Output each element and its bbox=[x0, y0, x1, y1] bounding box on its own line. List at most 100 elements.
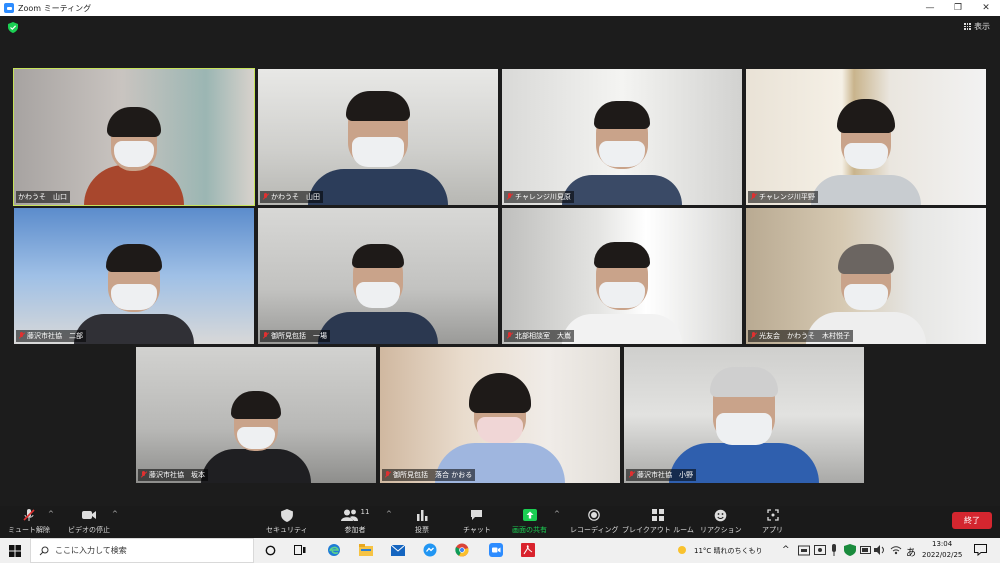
audio-options-chevron-icon[interactable]: ^ bbox=[48, 510, 54, 518]
chat-bubble-icon bbox=[469, 508, 485, 522]
participant-video bbox=[308, 85, 448, 205]
microphone-tray-icon[interactable] bbox=[826, 542, 842, 558]
participant-name-tag: かわうそ 山田 bbox=[260, 191, 323, 203]
task-view-icon[interactable] bbox=[292, 542, 308, 558]
mail-icon[interactable] bbox=[390, 542, 406, 558]
security-tray-icon[interactable] bbox=[842, 542, 858, 558]
participant-name-tag: チャレンジ川平野 bbox=[748, 191, 818, 203]
breakout-rooms-label: ブレイクアウト ルーム bbox=[622, 526, 694, 534]
participant-name-tag: 藤沢市社協 二部 bbox=[16, 330, 86, 342]
meeting-toolbar: ミュート解除 ^ ビデオの停止 ^ セキュリティ 11 参加者 ^ 投票 チャッ… bbox=[0, 506, 1000, 538]
notification-center-icon[interactable] bbox=[972, 542, 988, 558]
muted-mic-icon bbox=[21, 508, 37, 522]
video-tile[interactable]: チャレンジ川平野 bbox=[746, 69, 986, 205]
video-tile[interactable]: 北部相談室 大嶌 bbox=[502, 208, 742, 344]
video-tile[interactable]: かわうそ 山口 bbox=[13, 68, 255, 206]
clock-time[interactable]: 13:04 bbox=[932, 540, 952, 548]
participants-options-chevron-icon[interactable]: ^ bbox=[386, 510, 392, 518]
record-button[interactable]: レコーディング bbox=[570, 508, 619, 535]
video-tile[interactable]: 藤沢市社協 二部 bbox=[14, 208, 254, 344]
end-meeting-button[interactable]: 終了 bbox=[952, 512, 992, 529]
video-tile[interactable]: 光友会 かわうそ 木村悦子 bbox=[746, 208, 986, 344]
chat-button[interactable]: チャット bbox=[463, 508, 491, 535]
weather-sun-icon bbox=[674, 542, 690, 558]
zoom-app-icon[interactable] bbox=[488, 542, 504, 558]
chrome-browser-icon[interactable] bbox=[454, 542, 470, 558]
participants-count: 11 bbox=[360, 508, 370, 516]
zoom-logo-icon bbox=[4, 3, 14, 13]
poll-label: 投票 bbox=[415, 526, 429, 534]
clock-date[interactable]: 2022/02/25 bbox=[922, 551, 962, 559]
meeting-area: 表示 かわうそ 山口 かわうそ 山田 チャレンジ川見原 チャレンジ川平野 藤沢市… bbox=[0, 16, 1000, 506]
participant-video bbox=[79, 85, 189, 205]
shield-icon bbox=[279, 508, 295, 522]
participant-video bbox=[811, 85, 921, 205]
unmute-button[interactable]: ミュート解除 bbox=[8, 508, 50, 535]
minimize-icon[interactable]: — bbox=[916, 0, 944, 16]
pdf-reader-icon[interactable] bbox=[520, 542, 536, 558]
windows-logo-icon bbox=[9, 544, 21, 557]
ime-indicator[interactable]: あ bbox=[906, 544, 916, 559]
search-icon bbox=[39, 546, 49, 555]
apps-button[interactable]: アプリ bbox=[762, 508, 783, 535]
wifi-icon[interactable] bbox=[888, 542, 904, 558]
close-icon[interactable]: ✕ bbox=[972, 0, 1000, 16]
weather-text[interactable]: 11°C 晴れのちくもり bbox=[694, 546, 763, 556]
video-camera-icon bbox=[81, 508, 97, 522]
video-tile[interactable]: 藤沢市社協 小野 bbox=[624, 347, 864, 483]
security-button[interactable]: セキュリティ bbox=[266, 508, 308, 535]
muted-mic-icon bbox=[18, 332, 25, 340]
apps-icon bbox=[765, 508, 781, 522]
record-icon bbox=[586, 508, 602, 522]
participant-name-tag: かわうそ 山口 bbox=[16, 191, 70, 203]
share-screen-label: 画面の共有 bbox=[512, 526, 547, 534]
chat-label: チャット bbox=[463, 526, 491, 534]
participants-button[interactable]: 11 参加者 bbox=[340, 508, 370, 535]
tray-chevron-icon[interactable]: ^ bbox=[782, 545, 790, 555]
muted-mic-icon bbox=[506, 332, 513, 340]
messenger-icon[interactable] bbox=[422, 542, 438, 558]
title-bar: Zoom ミーティング — ❐ ✕ bbox=[0, 0, 1000, 16]
muted-mic-icon bbox=[506, 193, 513, 201]
participant-video bbox=[435, 363, 565, 483]
cortana-icon[interactable] bbox=[262, 542, 278, 558]
participant-video bbox=[201, 363, 311, 483]
video-options-chevron-icon[interactable]: ^ bbox=[112, 510, 118, 518]
stop-video-button[interactable]: ビデオの停止 bbox=[68, 508, 110, 535]
share-screen-button[interactable]: 画面の共有 bbox=[512, 508, 547, 535]
share-screen-icon bbox=[522, 508, 538, 522]
unmute-label: ミュート解除 bbox=[8, 526, 50, 534]
share-options-chevron-icon[interactable]: ^ bbox=[554, 510, 560, 518]
participant-name-tag: 御所見包括 落合 かおる bbox=[382, 469, 476, 481]
windows-taskbar: ここに入力して検索 11°C 晴れのちくもり ^ あ 13:04 2022/02… bbox=[0, 538, 1000, 563]
search-placeholder: ここに入力して検索 bbox=[55, 546, 127, 555]
maximize-icon[interactable]: ❐ bbox=[944, 0, 972, 16]
participant-name-tag: 藤沢市社協 小野 bbox=[626, 469, 696, 481]
participant-video bbox=[74, 224, 194, 344]
muted-mic-icon bbox=[140, 471, 147, 479]
reactions-button[interactable]: リアクション bbox=[700, 508, 742, 535]
video-tile[interactable]: 御所見包括 一場 bbox=[258, 208, 498, 344]
smiley-icon bbox=[713, 508, 729, 522]
participant-video bbox=[562, 224, 682, 344]
edge-browser-icon[interactable] bbox=[326, 542, 342, 558]
video-tile[interactable]: チャレンジ川見原 bbox=[502, 69, 742, 205]
network-drive-icon[interactable] bbox=[796, 542, 812, 558]
video-tile[interactable]: 藤沢市社協 坂本 bbox=[136, 347, 376, 483]
video-tile[interactable]: かわうそ 山田 bbox=[258, 69, 498, 205]
speaker-volume-icon[interactable] bbox=[872, 542, 888, 558]
windows-start-button[interactable] bbox=[0, 538, 30, 563]
zoom-window: Zoom ミーティング — ❐ ✕ 表示 かわうそ 山口 かわうそ 山田 チャレ… bbox=[0, 0, 1000, 563]
security-shield-icon[interactable] bbox=[8, 22, 18, 33]
participant-name-tag: 北部相談室 大嶌 bbox=[504, 330, 574, 342]
breakout-rooms-icon bbox=[650, 508, 666, 522]
video-tile[interactable]: 御所見包括 落合 かおる bbox=[380, 347, 620, 483]
muted-mic-icon bbox=[262, 332, 269, 340]
view-button[interactable]: 表示 bbox=[964, 21, 990, 32]
taskbar-search-box[interactable]: ここに入力して検索 bbox=[30, 538, 254, 563]
apps-label: アプリ bbox=[762, 526, 783, 534]
security-label: セキュリティ bbox=[266, 526, 308, 534]
breakout-rooms-button[interactable]: ブレイクアウト ルーム bbox=[622, 508, 694, 535]
poll-button[interactable]: 投票 bbox=[414, 508, 430, 535]
file-explorer-icon[interactable] bbox=[358, 542, 374, 558]
